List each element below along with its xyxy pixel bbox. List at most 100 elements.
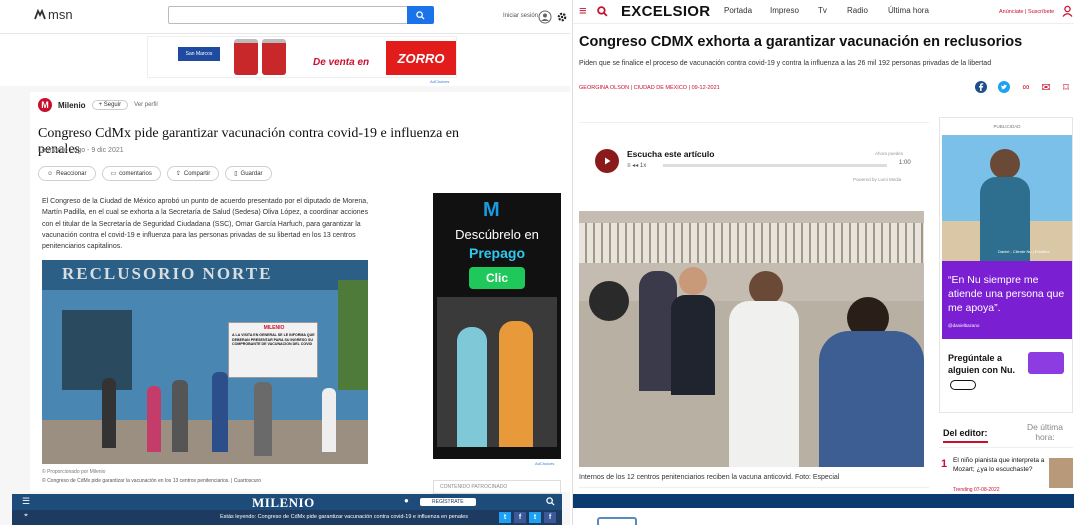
arrow-right-icon[interactable] (950, 380, 976, 390)
zorro-logo: ZORRO (386, 41, 456, 75)
share-label: Compartir (183, 170, 211, 177)
nu-handle: @danielbazano (948, 323, 980, 328)
news-number: 1 (941, 458, 948, 470)
person (254, 382, 272, 456)
news-headline[interactable]: El niño pianista que interpreta a Mozart… (953, 457, 1045, 474)
audio-controls[interactable]: ≡ ◂◂ 1x (627, 162, 646, 169)
share-button[interactable]: ⇪ Compartir (166, 166, 220, 181)
person (212, 372, 228, 452)
facebook-share-button[interactable]: f (514, 512, 526, 523)
sanmarcos-logo: San Marcos (178, 47, 220, 61)
play-button[interactable] (595, 149, 619, 173)
link-icon[interactable]: ∞ (1019, 80, 1033, 94)
nu-quote: “En Nu siempre me atiende una persona qu… (948, 274, 1065, 314)
tab-del-editor[interactable]: Del editor: (943, 428, 988, 443)
bookmark-icon[interactable]: ⌑ (1059, 80, 1073, 94)
audio-note: Ahora puedes (875, 151, 904, 156)
person (147, 386, 161, 452)
excelsior-logo[interactable]: EXCELSIOR (621, 3, 710, 20)
adchoices-label[interactable]: AdChoices (535, 461, 554, 466)
photo-credit: © Proporcionado por Milenio (42, 469, 106, 475)
article-photo[interactable]: RECLUSORIO NORTE MILENIO A LA VISITA EN … (42, 260, 368, 464)
person (499, 321, 533, 447)
play-icon (605, 157, 611, 165)
ad-photo (437, 297, 557, 447)
register-button[interactable]: REGÍSTRATE (420, 498, 476, 506)
reading-legend: Estás leyendo: Congreso de CdMx pide gar… (220, 514, 468, 520)
comment-icon: ▭ (110, 171, 117, 177)
ad-cta-button[interactable]: Clic (469, 267, 525, 289)
milenio-logo[interactable]: MILENIO (252, 495, 315, 511)
location-pin-icon: ⌖ (24, 512, 28, 519)
nu-card-image (1028, 352, 1064, 374)
menu-icon[interactable]: ≡ (579, 3, 587, 18)
person (172, 380, 188, 452)
ground (42, 420, 368, 464)
gear-icon[interactable] (557, 12, 567, 22)
save-button[interactable]: ▯ Guardar (225, 166, 272, 181)
user-icon[interactable] (1062, 5, 1073, 17)
audio-duration: 1:00 (899, 160, 911, 166)
follow-button[interactable]: + Seguir (91, 100, 129, 110)
search-icon[interactable] (546, 497, 555, 506)
photo-caption: © Congreso de CdMx pide garantizar la va… (42, 478, 261, 484)
search-input[interactable] (168, 6, 408, 24)
byline: GEORGINA OLSON | CIUDAD DE MÉXICO | 09-1… (579, 85, 720, 91)
tab-ultima-hora[interactable]: De última hora: (1019, 422, 1071, 442)
avatar-icon[interactable] (538, 10, 552, 24)
user-icon[interactable]: ● (404, 496, 409, 505)
audio-progress[interactable] (663, 164, 887, 167)
banner-ad[interactable]: San Marcos De venta en ZORRO (147, 36, 457, 78)
list-icon: ≡ (627, 163, 631, 169)
ad-line2: Prepago (468, 245, 525, 261)
profile-link[interactable]: Ver perfil (134, 102, 158, 108)
source-row: M Milenio + Seguir Ver perfil (38, 98, 158, 112)
nav-ultima-hora[interactable]: Última hora (888, 6, 929, 15)
search-icon[interactable] (597, 6, 608, 17)
can-image (262, 39, 286, 75)
save-label: Guardar (240, 170, 263, 177)
person (589, 281, 629, 321)
audio-player: Escucha este artículo ≡ ◂◂ 1x Ahora pued… (579, 122, 929, 192)
nav-impreso[interactable]: Impreso (770, 6, 799, 15)
person-head (749, 271, 783, 305)
menu-icon[interactable]: ☰ (22, 496, 30, 507)
person (322, 388, 336, 452)
excelsior-bottom-bar (573, 494, 1074, 508)
butterfly-icon (34, 8, 46, 19)
bottom-widget (597, 517, 637, 525)
mail-icon[interactable]: ✉ (1039, 80, 1053, 94)
inmate (819, 331, 924, 467)
comments-button[interactable]: ▭ comentarios (101, 166, 161, 181)
nu-ad[interactable]: PUBLICIDAD Daniel - Cliente Nu | EdoMex … (939, 117, 1073, 413)
article-subtitle: Piden que se finalice el proceso de vacu… (579, 60, 992, 67)
article-photo[interactable] (579, 211, 924, 467)
twitter-share-button[interactable]: t (529, 512, 541, 523)
search-button[interactable] (407, 6, 434, 24)
facebook-share-button[interactable]: f (544, 512, 556, 523)
signin-link[interactable]: Iniciar sesión (503, 13, 538, 19)
nav-portada[interactable]: Portada (724, 6, 752, 15)
share-icon: ⇪ (175, 171, 181, 177)
twitter-icon[interactable] (997, 80, 1011, 94)
action-row: ☺ Reaccionar ▭ comentarios ⇪ Compartir ▯ Gua… (38, 166, 272, 181)
facebook-icon[interactable] (974, 80, 988, 94)
nav-tv[interactable]: Tv (818, 6, 827, 15)
anunciate-link[interactable]: Anúnciate | Suscríbete (999, 9, 1054, 15)
news-thumbnail[interactable] (1049, 458, 1073, 488)
msn-logo[interactable]: msn (34, 7, 73, 22)
movistar-ad[interactable]: M Descúbrelo en Prepago Clic (433, 193, 561, 459)
speed-label[interactable]: 1x (640, 163, 646, 169)
react-button[interactable]: ☺ Reaccionar (38, 166, 96, 181)
person-head (990, 149, 1020, 179)
gate (62, 310, 132, 390)
excelsior-header: ≡ EXCELSIOR Portada Impreso Tv Radio Últ… (573, 0, 1074, 24)
bookmark-icon: ▯ (234, 171, 238, 177)
adchoices-label[interactable]: AdChoices (430, 79, 449, 84)
nav-radio[interactable]: Radio (847, 6, 868, 15)
movistar-logo-icon: M (483, 199, 500, 221)
news-tag: Trending 07-08-2022 (953, 487, 1000, 493)
banner-text: A LA VISITA EN GENERAL SE LE INFORMA QUE… (232, 333, 315, 347)
twitter-share-button[interactable]: t (499, 512, 511, 523)
audio-title: Escucha este artículo (627, 149, 715, 159)
